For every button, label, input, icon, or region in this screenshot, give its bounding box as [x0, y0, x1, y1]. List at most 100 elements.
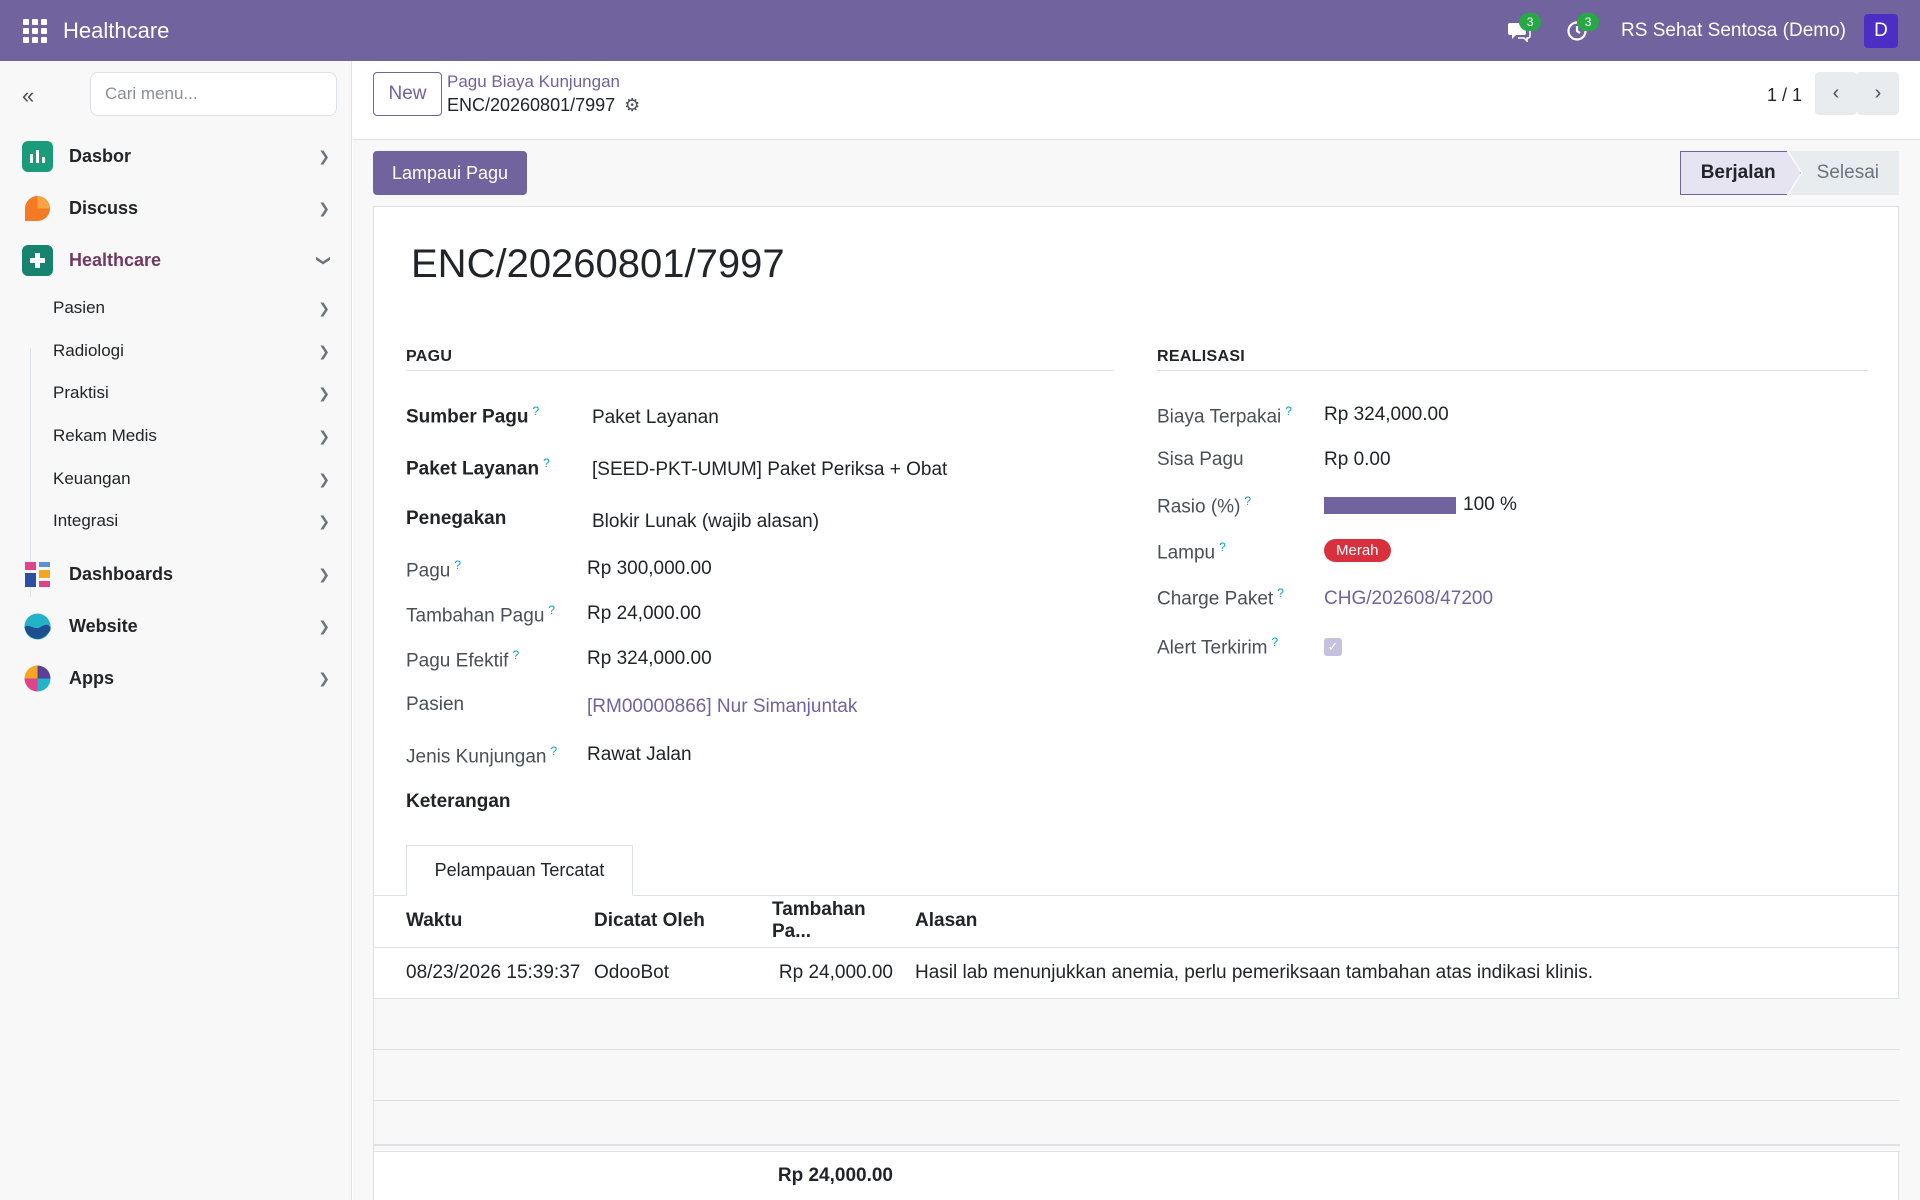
help-tooltip-icon[interactable]: ?	[543, 456, 550, 470]
control-panel: New Pagu Biaya Kunjungan ENC/20260801/79…	[353, 61, 1920, 140]
apps-icon	[22, 663, 53, 694]
help-tooltip-icon[interactable]: ?	[1244, 494, 1251, 508]
sidebar-item-website[interactable]: Website ❯	[22, 606, 332, 646]
help-tooltip-icon[interactable]: ?	[551, 744, 558, 758]
empty-row	[374, 998, 1900, 1050]
chart-icon	[22, 140, 53, 172]
sidebar-item-pasien[interactable]: Pasien ❯	[53, 290, 332, 326]
sidebar-item-label: Apps	[69, 667, 114, 688]
help-tooltip-icon[interactable]: ?	[1272, 635, 1279, 649]
progress-track	[1324, 496, 1456, 514]
user-avatar[interactable]: D	[1864, 13, 1898, 48]
pager-next-button[interactable]: ›	[1857, 72, 1899, 115]
dashboards-icon	[22, 559, 53, 590]
column-header-waktu[interactable]: Waktu	[374, 896, 584, 948]
field-label-pagu-efektif: Pagu Efektif?	[406, 648, 519, 672]
plus-icon	[22, 244, 53, 276]
gear-icon[interactable]: ⚙	[624, 95, 640, 116]
field-sumber-pagu[interactable]: Paket Layanan	[592, 407, 719, 429]
field-label-lampu: Lampu?	[1157, 540, 1226, 564]
sidebar-item-dasbor[interactable]: Dasbor ❯	[22, 136, 332, 176]
pelampauan-table: Waktu Dicatat Oleh Tambahan Pa... Alasan…	[374, 896, 1900, 1152]
cell-waktu: 08/23/2026 15:39:37	[374, 947, 584, 999]
status-bar: Berjalan Selesai	[1680, 151, 1899, 195]
pager-value[interactable]: 1 / 1	[1767, 85, 1802, 106]
breadcrumb-parent-link[interactable]: Pagu Biaya Kunjungan	[447, 72, 620, 92]
table-header-row: Waktu Dicatat Oleh Tambahan Pa... Alasan	[374, 896, 1900, 948]
sidebar-item-discuss[interactable]: Discuss ❯	[22, 188, 332, 228]
cell-alasan: Hasil lab menunjukkan anemia, perlu peme…	[905, 947, 1900, 999]
alert-terkirim-checkbox[interactable]: ✓	[1324, 638, 1342, 656]
field-rasio-progress: 100 %	[1324, 494, 1517, 516]
breadcrumb-current-label: ENC/20260801/7997	[447, 95, 616, 115]
column-header-dicatat-oleh[interactable]: Dicatat Oleh	[584, 896, 762, 948]
messages-button[interactable]: 3	[1499, 11, 1542, 51]
field-sisa-pagu: Rp 0.00	[1324, 449, 1391, 470]
app-name[interactable]: Healthcare	[63, 18, 169, 44]
field-penegakan[interactable]: Blokir Lunak (wajib alasan)	[592, 511, 819, 533]
empty-row	[374, 1049, 1900, 1101]
table-row[interactable]: 08/23/2026 15:39:37 OdooBot Rp 24,000.00…	[374, 947, 1900, 999]
tab-pelampauan-tercatat[interactable]: Pelampauan Tercatat	[406, 845, 633, 896]
field-label-keterangan: Keterangan	[406, 791, 511, 812]
field-label-biaya-terpakai: Biaya Terpakai?	[1157, 404, 1292, 428]
sidebar-subitem-label: Integrasi	[53, 511, 119, 530]
help-tooltip-icon[interactable]: ?	[548, 603, 555, 617]
sidebar-item-dashboards[interactable]: Dashboards ❯	[22, 554, 332, 594]
sidebar-item-healthcare[interactable]: Healthcare ❯	[22, 240, 333, 280]
sidebar-item-apps[interactable]: Apps ❯	[22, 658, 332, 698]
new-button[interactable]: New	[373, 72, 442, 116]
activities-button[interactable]: 3	[1557, 11, 1600, 51]
section-divider	[406, 370, 1114, 371]
table-total-tambahan: Rp 24,000.00	[777, 1165, 893, 1186]
chevron-right-icon: ❯	[318, 512, 330, 529]
help-tooltip-icon[interactable]: ?	[512, 648, 519, 662]
label-text: Jenis Kunjungan	[406, 746, 547, 768]
field-pagu-efektif: Rp 324,000.00	[587, 648, 712, 669]
label-text: Charge Paket	[1157, 588, 1274, 610]
status-badge: Merah	[1324, 539, 1391, 562]
column-header-alasan[interactable]: Alasan	[905, 896, 1900, 948]
sidebar-subitem-label: Pasien	[53, 298, 105, 317]
field-paket-layanan[interactable]: [SEED-PKT-UMUM] Paket Periksa + Obat	[592, 459, 947, 481]
lampaui-pagu-button[interactable]: Lampaui Pagu	[373, 151, 527, 195]
help-tooltip-icon[interactable]: ?	[1219, 540, 1226, 554]
chevron-right-icon: ❯	[318, 565, 330, 582]
field-label-sisa-pagu: Sisa Pagu	[1157, 449, 1244, 470]
chevron-down-icon: ❯	[316, 254, 333, 266]
breadcrumb-current: ENC/20260801/7997 ⚙	[447, 95, 640, 116]
sidebar-item-radiologi[interactable]: Radiologi ❯	[53, 333, 332, 369]
field-tambahan-pagu: Rp 24,000.00	[587, 603, 702, 624]
field-pasien-link[interactable]: [RM00000866] Nur Simanjuntak	[587, 696, 857, 718]
sidebar-item-praktisi[interactable]: Praktisi ❯	[53, 375, 332, 411]
chevron-right-icon: ›	[1874, 82, 1882, 104]
sidebar-item-integrasi[interactable]: Integrasi ❯	[53, 503, 332, 539]
sidebar-subitem-label: Radiologi	[53, 341, 124, 360]
field-label-charge-paket: Charge Paket?	[1157, 586, 1284, 610]
sidebar-subitem-label: Keuangan	[53, 469, 131, 488]
column-header-tambahan-pagu[interactable]: Tambahan Pa...	[762, 896, 905, 948]
status-berjalan[interactable]: Berjalan	[1680, 151, 1801, 195]
field-pagu: Rp 300,000.00	[587, 558, 712, 579]
company-switcher[interactable]: RS Sehat Sentosa (Demo)	[1621, 20, 1846, 42]
label-text: Rasio (%)	[1157, 496, 1241, 518]
sidebar-item-keuangan[interactable]: Keuangan ❯	[53, 461, 332, 497]
progress-value: 100 %	[1463, 494, 1517, 515]
app-menu-icon[interactable]	[23, 18, 47, 43]
help-tooltip-icon[interactable]: ?	[532, 404, 539, 418]
progress-fill	[1324, 496, 1456, 514]
sidebar-item-rekam-medis[interactable]: Rekam Medis ❯	[53, 418, 332, 454]
sidebar-subitem-label: Rekam Medis	[53, 426, 157, 445]
field-label-pagu: Pagu?	[406, 558, 461, 582]
help-tooltip-icon[interactable]: ?	[1285, 404, 1292, 418]
table-footer-divider	[374, 1144, 1900, 1146]
pager-previous-button[interactable]: ‹	[1815, 72, 1857, 115]
help-tooltip-icon[interactable]: ?	[454, 558, 461, 572]
status-selesai[interactable]: Selesai	[1788, 151, 1899, 195]
sidebar: « Dasbor ❯ Discuss ❯ Healthcare ❯ Pasien…	[0, 61, 352, 1200]
help-tooltip-icon[interactable]: ?	[1277, 586, 1284, 600]
label-text: Tambahan Pagu	[406, 605, 545, 627]
collapse-sidebar-icon[interactable]: «	[22, 83, 34, 109]
menu-search-input[interactable]	[90, 72, 337, 116]
field-charge-paket-link[interactable]: CHG/202608/47200	[1324, 588, 1493, 610]
